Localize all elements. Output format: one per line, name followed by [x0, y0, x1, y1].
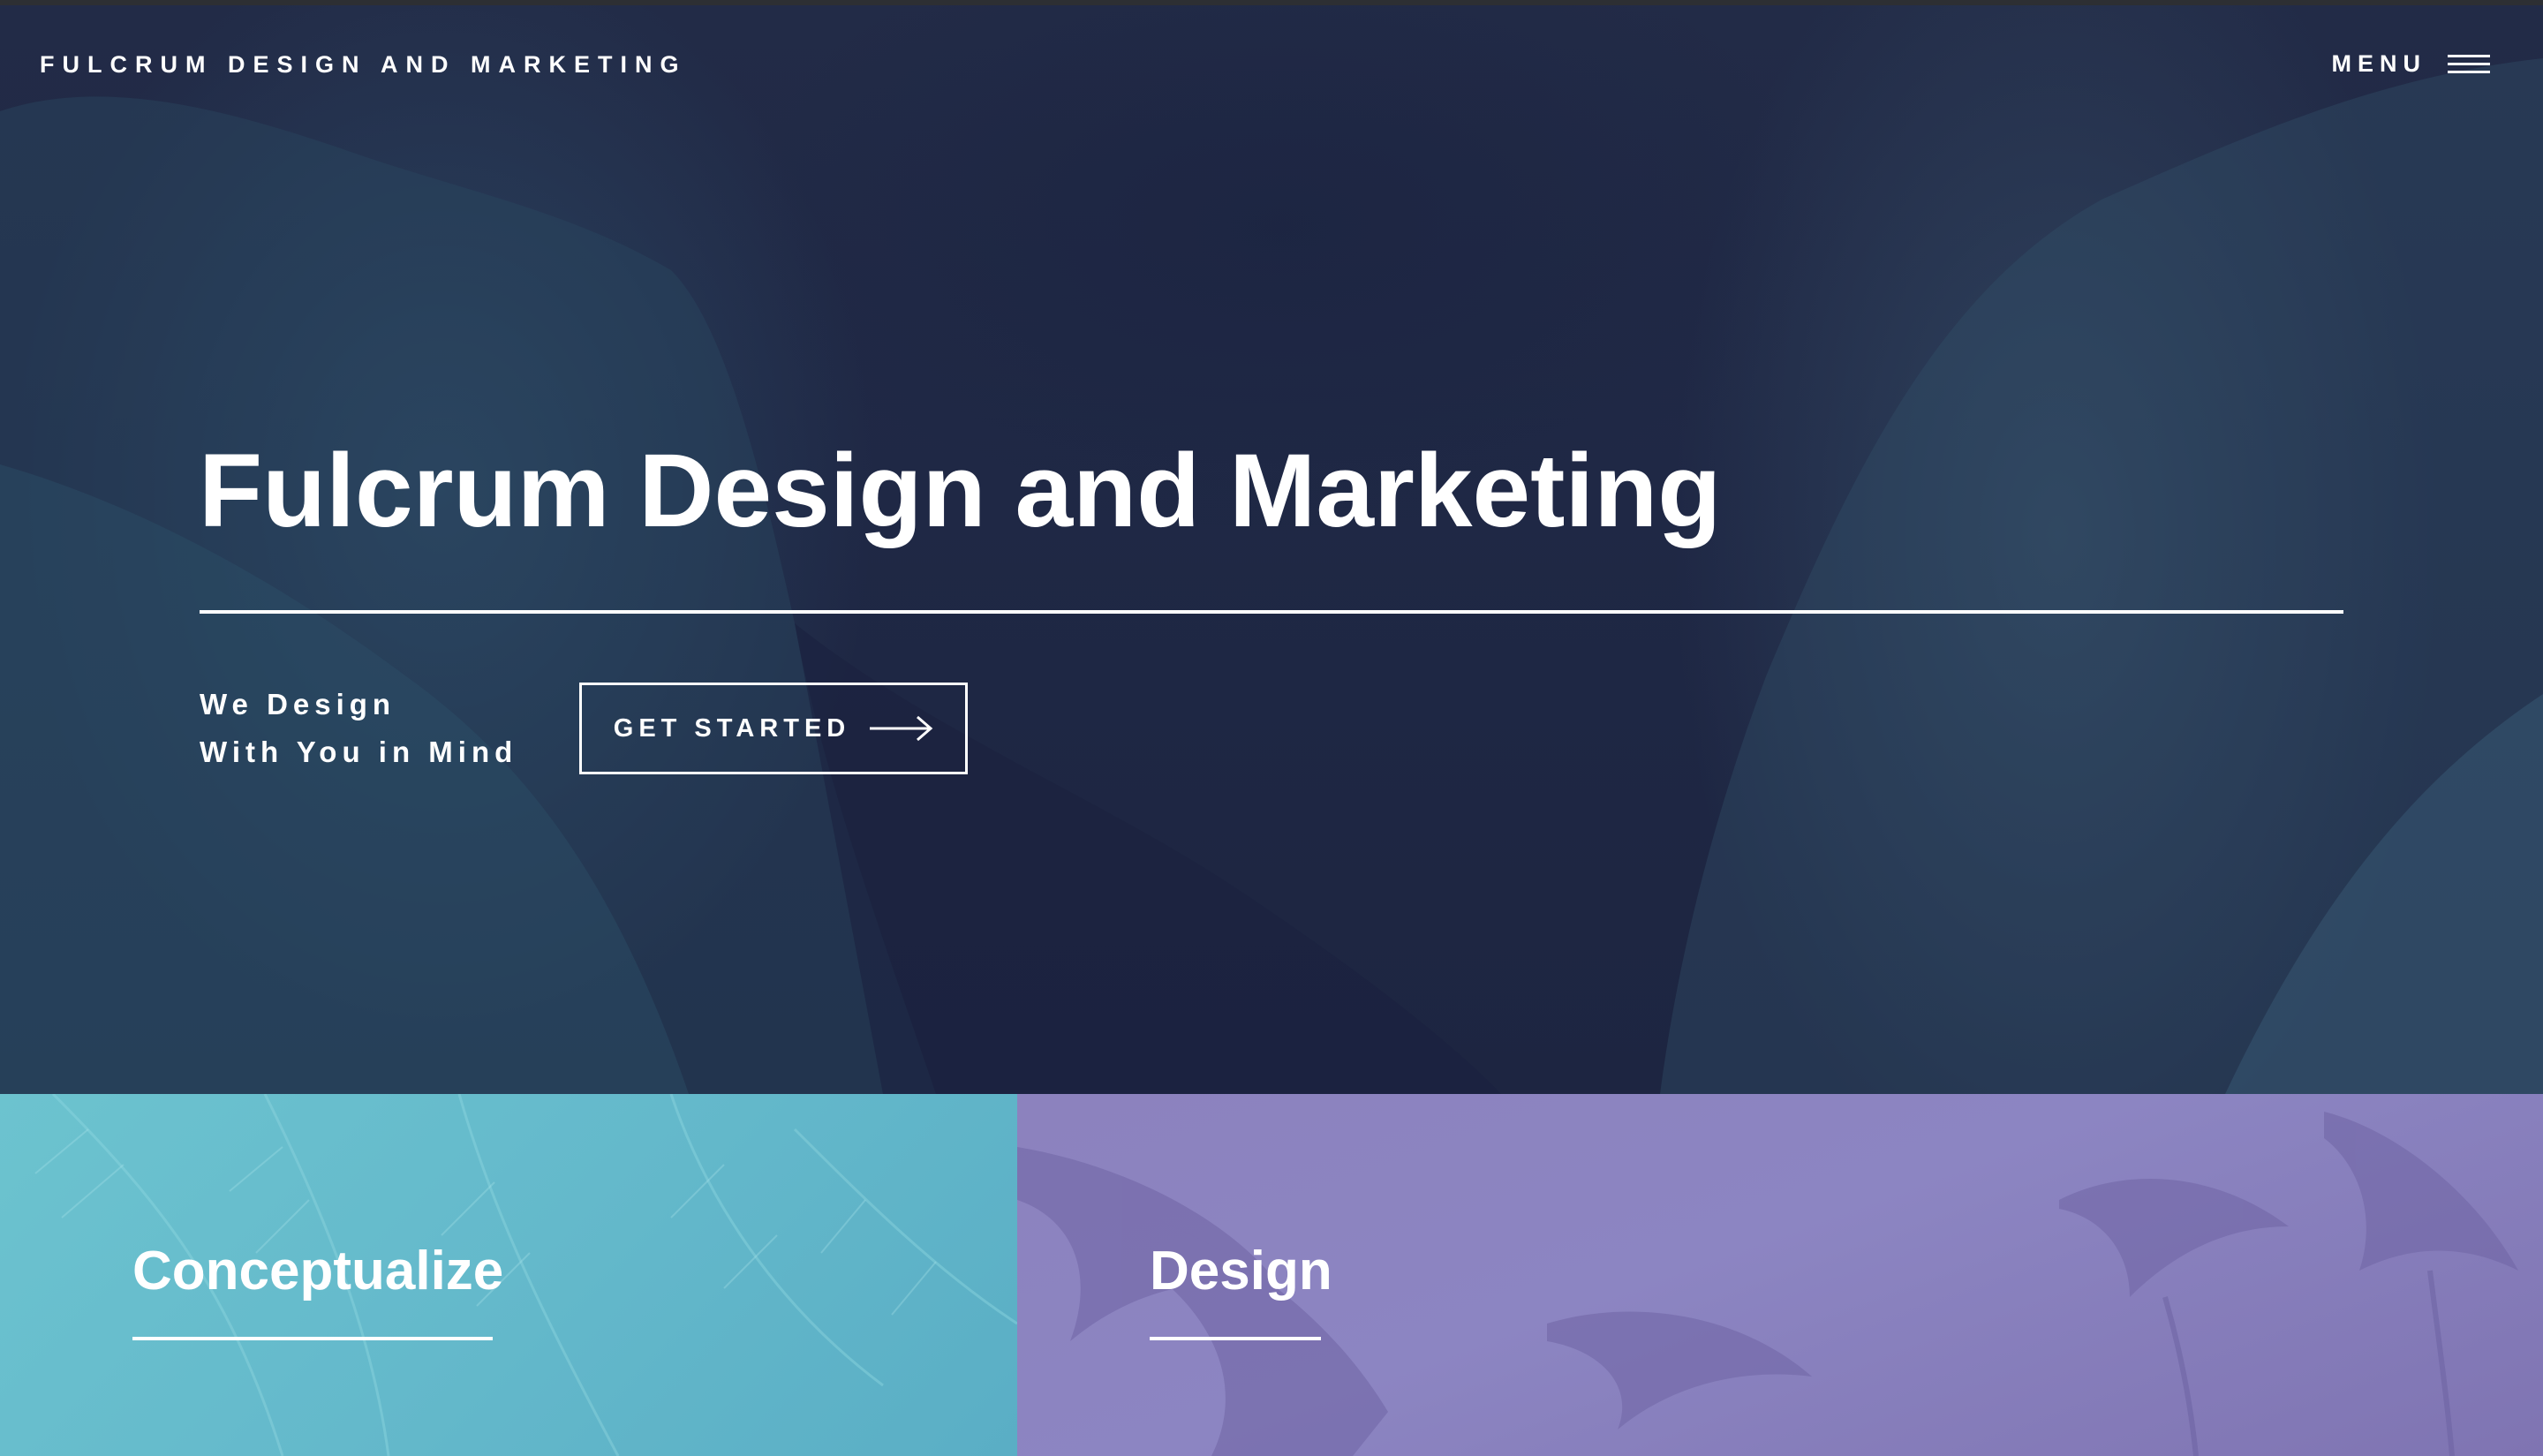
menu-label: MENU — [2331, 49, 2426, 77]
panel-divider-design — [1150, 1337, 1321, 1340]
tagline-line-1: We Design — [200, 688, 396, 720]
hero-section: FULCRUM DESIGN AND MARKETING MENU Fulcru… — [0, 5, 2543, 1094]
panel-title-design: Design — [1150, 1241, 1332, 1301]
hero-tagline: We Design With You in Mind — [200, 681, 517, 776]
conceptualize-panel[interactable]: Conceptualize — [0, 1094, 1017, 1456]
menu-button[interactable]: MENU — [2331, 48, 2490, 79]
hero-divider — [200, 610, 2343, 614]
get-started-button[interactable]: GET STARTED — [579, 683, 968, 774]
brand-logo-text[interactable]: FULCRUM DESIGN AND MARKETING — [40, 51, 686, 79]
panel-title-conceptualize: Conceptualize — [132, 1241, 504, 1301]
tagline-line-2: With You in Mind — [200, 736, 518, 768]
design-panel[interactable]: Design — [1017, 1094, 2543, 1456]
panel-divider-conceptualize — [132, 1337, 493, 1340]
get-started-label: GET STARTED — [613, 713, 851, 743]
arrow-right-icon — [870, 715, 933, 742]
hamburger-icon — [2448, 53, 2490, 74]
hero-title: Fulcrum Design and Marketing — [199, 433, 1722, 549]
